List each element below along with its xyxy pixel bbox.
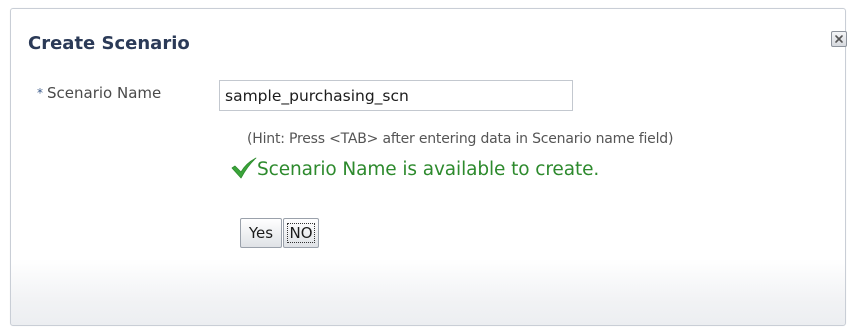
close-button[interactable]	[831, 31, 847, 47]
close-icon	[835, 35, 843, 43]
yes-button[interactable]: Yes	[240, 218, 282, 248]
no-button-label: NO	[287, 223, 315, 243]
dialog-title: Create Scenario	[28, 33, 190, 54]
hint-text: (Hint: Press <TAB> after entering data i…	[247, 131, 674, 147]
required-marker: *	[37, 86, 43, 100]
checkmark-icon	[231, 157, 257, 179]
scenario-name-input[interactable]	[219, 80, 573, 111]
scenario-name-label: Scenario Name	[47, 84, 162, 102]
availability-text: Scenario Name is available to create.	[257, 159, 600, 180]
no-button[interactable]: NO	[283, 218, 319, 248]
